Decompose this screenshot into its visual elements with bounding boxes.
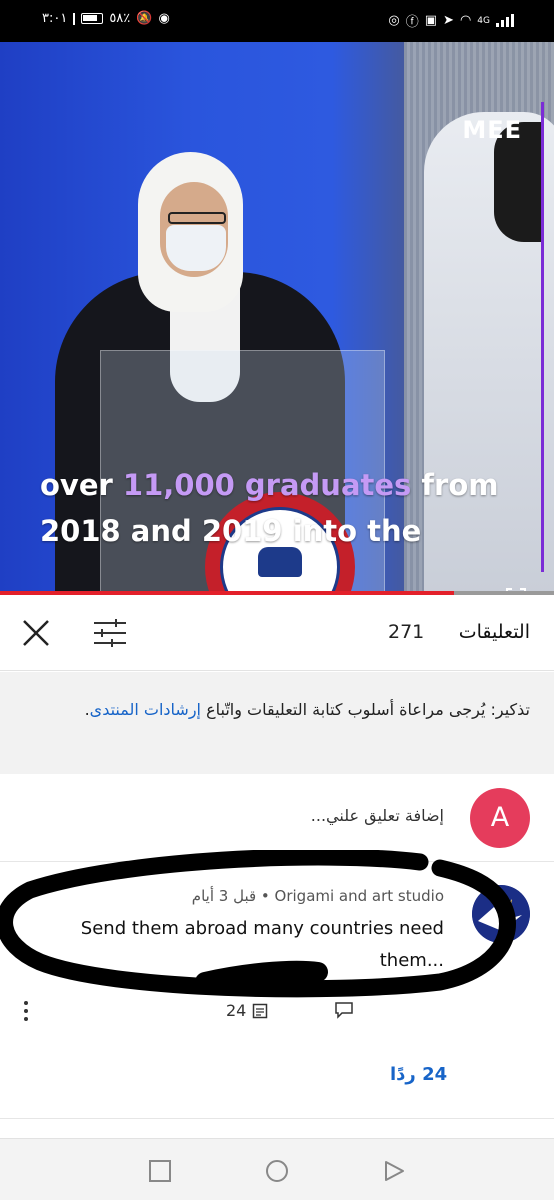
- clock: ٣:٠١: [42, 11, 68, 26]
- status-right: ◎ ⓕ ▣ ➤ ◠ 4G: [388, 11, 514, 30]
- replies-label: ردًا: [390, 1064, 416, 1085]
- battery-icon: [81, 13, 104, 24]
- video-speaker-mask: [166, 225, 226, 271]
- replies-count: 24: [422, 1064, 448, 1085]
- video-caption: over 11,000 graduates from 2018 and 2019…: [40, 462, 520, 554]
- status-bar: ٣:٠١ ٥٨٪ 🔕 ◉ ◎ ⓕ ▣ ➤ ◠ 4G: [0, 0, 554, 42]
- battery-percent: ٥٨٪: [109, 11, 131, 26]
- telegram-icon: ➤: [443, 13, 454, 28]
- comment-item: قبل 3 أيام • Origami and art studio Send…: [0, 863, 554, 1119]
- wifi-icon: ◠: [459, 13, 472, 28]
- community-reminder: تذكير: يُرجى مراعاة أسلوب كتابة التعليقا…: [0, 672, 554, 774]
- more-options-icon[interactable]: [20, 999, 32, 1023]
- comments-title: التعليقات: [458, 621, 530, 643]
- video-overlay-line: [541, 102, 544, 572]
- comment-meta: قبل 3 أيام • Origami and art studio: [192, 887, 444, 905]
- add-comment-input[interactable]: إضافة تعليق علني...: [311, 806, 444, 825]
- brand-logo: MEE: [462, 116, 522, 144]
- status-left: ٣:٠١ ٥٨٪ 🔕 ◉: [42, 11, 170, 26]
- eye-icon: ◉: [158, 11, 170, 26]
- back-icon[interactable]: [382, 1159, 406, 1183]
- mute-icon: 🔕: [136, 11, 153, 26]
- comment-author[interactable]: Origami and art studio: [275, 887, 444, 905]
- origami-bird-icon: [472, 885, 530, 943]
- like-count: 24: [226, 1001, 247, 1020]
- reminder-text: تذكير: يُرجى مراعاة أسلوب كتابة التعليقا…: [201, 700, 530, 719]
- add-comment-row[interactable]: A إضافة تعليق علني...: [0, 774, 554, 862]
- comments-count: 271: [388, 621, 425, 643]
- close-icon[interactable]: [20, 617, 52, 649]
- comments-header: 271 التعليقات: [0, 595, 554, 671]
- commenter-avatar[interactable]: [472, 885, 530, 943]
- network-type: 4G: [477, 15, 490, 26]
- caption-part2: from: [411, 468, 499, 502]
- reply-icon[interactable]: [334, 1001, 354, 1019]
- system-nav-bar: [0, 1138, 554, 1200]
- caption-part1: over: [40, 468, 123, 502]
- home-icon[interactable]: [265, 1159, 289, 1183]
- comment-time: قبل 3 أيام: [191, 887, 257, 905]
- comment-text[interactable]: Send them abroad many countries need the…: [44, 913, 444, 977]
- facebook-icon: ⓕ: [405, 15, 419, 30]
- guidelines-link[interactable]: إرشادات المنتدى: [90, 700, 201, 719]
- avatar: A: [470, 788, 530, 848]
- sim-indicator: [73, 12, 76, 25]
- instagram-icon: ▣: [424, 13, 438, 28]
- video-player[interactable]: MEE over 11,000 graduates from 2018 and …: [0, 42, 554, 595]
- like-count-group[interactable]: 24: [226, 1001, 268, 1020]
- caption-line2: 2018 and 2019 into the: [40, 514, 422, 548]
- meta-separator: •: [256, 887, 275, 905]
- video-speaker-glasses: [168, 212, 226, 224]
- recent-apps-icon[interactable]: [148, 1159, 172, 1183]
- signal-icon: [496, 14, 514, 27]
- view-replies-link[interactable]: 24 ردًا: [390, 1064, 447, 1085]
- whatsapp-icon: ◎: [388, 13, 400, 28]
- caption-highlight: 11,000 graduates: [122, 468, 412, 502]
- sort-filter-icon[interactable]: [92, 617, 128, 649]
- like-icon[interactable]: [252, 1003, 268, 1019]
